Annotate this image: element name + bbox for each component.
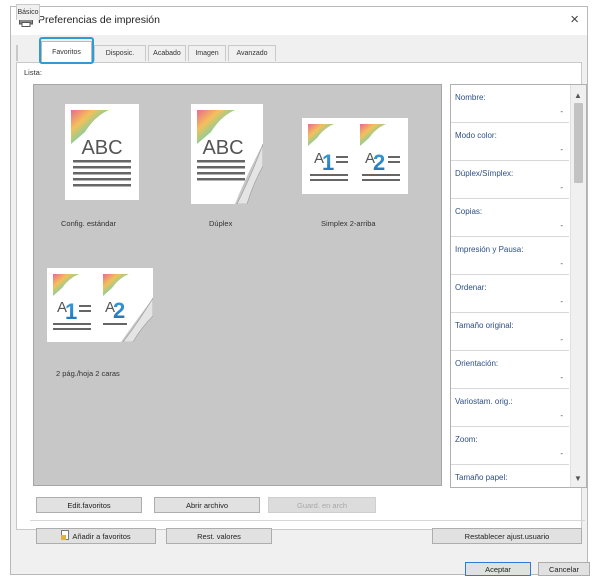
favorite-2-pag-hoja-2-caras[interactable]: A 1 A 2 [47,268,153,342]
divider [30,520,585,521]
svg-text:1: 1 [322,150,334,175]
lista-label: Lista: [24,68,42,77]
title-bar: Preferencias de impresión × [11,7,587,35]
prop-tamano-papel: Tamaño papel: [455,473,508,482]
prop-modo-color: Modo color: - [451,123,569,161]
abc-duplex-icon: ABC [191,104,263,204]
prop-variostam-orig: Variostam. orig.: - [451,389,569,427]
favorite-config-estandar[interactable]: ABC [65,104,139,204]
prop-tamano-original: Tamaño original: - [451,313,569,351]
properties-scrollbar[interactable]: ▲ ▼ [570,85,586,487]
prop-zoom: Zoom: - [451,427,569,465]
tab-acabado[interactable]: Acabado [148,45,186,61]
two-up-duplex-icon: A 1 A 2 [47,268,153,342]
tab-favoritos-highlight [39,37,94,64]
prop-ordenar: Ordenar: - [451,275,569,313]
reset-values-button[interactable]: Rest. valores [166,528,272,544]
svg-text:2: 2 [373,150,385,175]
scroll-down-icon[interactable]: ▼ [574,474,582,483]
svg-text:1: 1 [65,299,77,324]
prop-orientacion: Orientación: - [451,351,569,389]
scroll-up-icon[interactable]: ▲ [574,91,582,100]
tab-avanzado[interactable]: Avanzado [228,45,276,61]
scroll-thumb[interactable] [574,103,583,183]
close-icon[interactable]: × [570,11,579,29]
svg-text:ABC: ABC [202,137,243,159]
favorite-label-duplex: Dúplex [209,219,233,228]
favorite-label-2-pag-hoja: 2 pág./hoja 2 caras [56,369,120,378]
svg-text:2: 2 [113,298,125,323]
accept-button[interactable]: Aceptar [465,562,531,576]
save-to-file-button[interactable]: Guard. en arch [268,497,376,513]
edit-favorites-button[interactable]: Edit.favoritos [36,497,142,513]
favorite-label-config-estandar: Config. estándar [61,219,117,228]
prop-duplex-simplex: Dúplex/Símplex: - [451,161,569,199]
favorites-gallery[interactable]: ABC Config. estándar ABC Dúplex A 1 A 2 … [33,84,442,486]
svg-text:ABC: ABC [81,137,122,159]
prop-impresion-pausa: Impresión y Pausa: - [451,237,569,275]
tab-disposicion[interactable]: Disposic. [94,45,146,61]
prop-nombre: Nombre: - [451,85,569,123]
abc-simplex-icon: ABC [65,104,139,200]
favorite-duplex[interactable]: ABC [191,104,263,204]
tab-basico-frame [16,45,18,61]
favorite-properties-list[interactable]: Nombre: - Modo color: - Dúplex/Símplex: … [450,84,587,488]
add-to-favorites-label: Añadir a favoritos [72,531,131,541]
cancel-button[interactable]: Cancelar [538,562,590,576]
restore-user-settings-button[interactable]: Restablecer ajust.usuario [432,528,582,544]
favorite-simplex-2-arriba[interactable]: A 1 A 2 [302,118,408,194]
tab-basico[interactable]: Básico [16,4,40,20]
favorite-label-simplex-2-arriba: Simplex 2-arriba [321,219,376,228]
add-favorite-icon [61,530,70,542]
add-to-favorites-button[interactable]: Añadir a favoritos [36,528,156,544]
prop-copias: Copias: - [451,199,569,237]
window-title: Preferencias de impresión [38,14,160,26]
open-file-button[interactable]: Abrir archivo [154,497,260,513]
two-up-simplex-icon: A 1 A 2 [302,118,408,194]
tab-imagen[interactable]: Imagen [188,45,226,61]
